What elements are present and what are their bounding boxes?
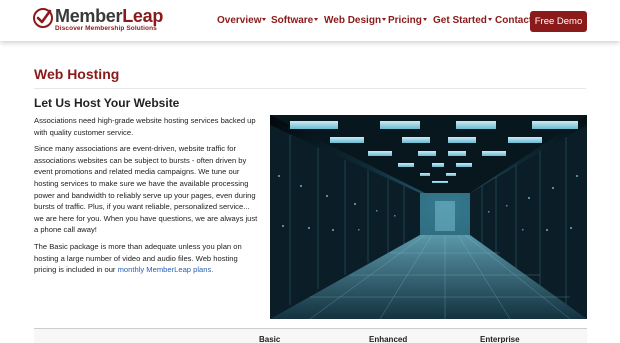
section-title: Let Us Host Your Website	[34, 96, 180, 110]
brand-name: MemberLeap	[55, 6, 164, 26]
nav-get-started[interactable]: Get Started	[433, 15, 492, 26]
server-aisle-illustration	[270, 115, 587, 319]
memberleap-logo[interactable]: MemberLeap Discover Membership Solutions	[33, 7, 163, 33]
divider	[34, 88, 586, 89]
paragraph: Since many associations are event-driven…	[34, 144, 258, 235]
pricing-table: Basic Enhanced Enterprise	[34, 328, 587, 343]
checkmark-shield-icon	[33, 8, 53, 28]
paragraph: Associations need high-grade website hos…	[34, 116, 256, 137]
chevron-down-icon	[262, 18, 267, 21]
nav-overview[interactable]: Overview	[217, 15, 267, 26]
memberleap-plans-link[interactable]: monthly MemberLeap plans.	[118, 265, 214, 274]
site-header: MemberLeap Discover Membership Solutions…	[0, 0, 620, 41]
column-header-basic: Basic	[259, 335, 281, 343]
page-title: Web Hosting	[34, 66, 120, 82]
data-center-image	[270, 115, 587, 319]
column-header-enhanced: Enhanced	[369, 335, 408, 343]
chevron-down-icon	[487, 18, 492, 21]
nav-software[interactable]: Software	[271, 15, 319, 26]
chevron-down-icon	[382, 18, 387, 21]
nav-pricing[interactable]: Pricing	[388, 15, 427, 26]
nav-web-design[interactable]: Web Design	[324, 15, 387, 26]
nav-contact[interactable]: Contact	[495, 15, 532, 26]
column-header-enterprise: Enterprise	[480, 335, 520, 343]
body-copy: Associations need high-grade website hos…	[34, 115, 260, 281]
brand-tagline: Discover Membership Solutions	[55, 25, 157, 32]
paragraph: The Basic package is more than adequate …	[34, 241, 242, 275]
chevron-down-icon	[422, 18, 427, 21]
chevron-down-icon	[314, 18, 319, 21]
free-demo-button[interactable]: Free Demo	[530, 11, 587, 32]
